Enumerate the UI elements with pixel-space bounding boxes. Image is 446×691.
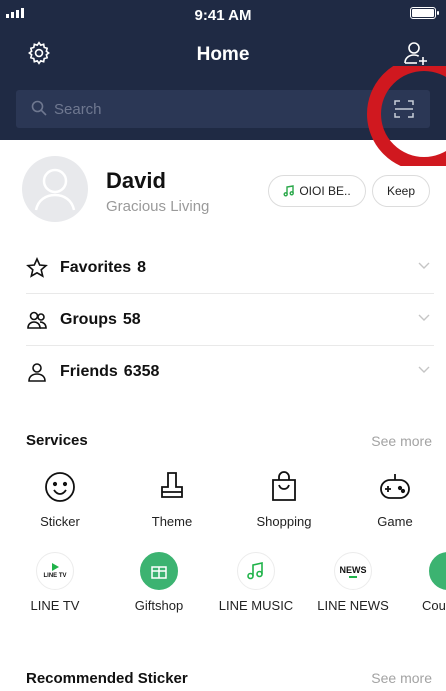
news-logo-text: NEWS: [339, 564, 367, 575]
status-time: 9:41 AM: [194, 7, 252, 24]
app-coupon[interactable]: Cou: [399, 552, 446, 613]
star-icon: [26, 256, 48, 278]
service-label: Theme: [151, 514, 193, 529]
list-row-count: 6358: [123, 363, 160, 380]
shopping-bag-icon: [272, 471, 296, 501]
status-bar: 9:41 AM: [0, 0, 446, 32]
profile-status-message: Gracious Living: [106, 198, 210, 215]
play-icon: [52, 563, 59, 571]
default-avatar-icon: [34, 168, 76, 211]
list-row-friends[interactable]: Friends 6358: [26, 346, 434, 398]
line-tv-icon: LINE TV: [36, 552, 74, 590]
services-title: Services: [26, 432, 88, 449]
list-row-label: Groups: [60, 310, 117, 328]
service-sticker[interactable]: Sticker: [15, 470, 105, 529]
line-music-icon: [237, 552, 275, 590]
music-note-icon: [283, 185, 295, 197]
profile-card[interactable]: David Gracious Living OIOI BE.. Keep: [0, 140, 446, 240]
recommended-see-more-link[interactable]: See more: [371, 670, 432, 686]
app-line-tv[interactable]: LINE TV LINE TV: [7, 552, 103, 613]
group-icon: [27, 311, 47, 329]
gamepad-icon: [380, 474, 410, 499]
chevron-down-icon: [418, 262, 430, 269]
app-label: Cou: [422, 598, 446, 613]
list-row-label: Friends: [60, 363, 118, 380]
app-line-news[interactable]: NEWS LINE NEWS: [305, 552, 401, 613]
page-title: Home: [196, 44, 250, 65]
search-input[interactable]: [54, 90, 384, 128]
keep-button[interactable]: Keep: [372, 175, 430, 207]
service-game[interactable]: Game: [350, 470, 440, 529]
smiley-icon: [45, 472, 75, 502]
music-note-icon: [247, 562, 263, 580]
avatar[interactable]: [22, 156, 88, 222]
list-row-groups[interactable]: Groups 58: [26, 294, 434, 346]
add-friend-icon[interactable]: [402, 40, 430, 68]
chevron-down-icon: [418, 366, 430, 373]
coupon-icon: [429, 552, 446, 590]
list-row-count: 58: [122, 310, 141, 328]
gift-icon: [140, 552, 178, 590]
service-label: Sticker: [40, 514, 80, 529]
news-logo-bar: [349, 575, 357, 578]
line-news-icon: NEWS: [334, 552, 372, 590]
chevron-down-icon: [418, 314, 430, 321]
person-icon: [28, 363, 46, 382]
list-row-label: Favorites: [60, 258, 132, 276]
line-tv-logo-text: LINE TV: [43, 573, 67, 579]
app-giftshop[interactable]: Giftshop: [111, 552, 207, 613]
list-row-favorites[interactable]: Favorites 8: [26, 242, 434, 294]
profile-name: David: [106, 168, 166, 193]
brush-icon: [161, 472, 183, 498]
giftbox-icon: [151, 566, 167, 579]
music-chip-label: OIOI BE..: [299, 184, 351, 198]
search-icon: [31, 100, 47, 116]
services-see-more-link[interactable]: See more: [371, 433, 432, 449]
app-label: LINE NEWS: [317, 598, 389, 613]
recommended-sticker-title: Recommended Sticker: [26, 670, 188, 687]
app-label: LINE TV: [30, 598, 80, 613]
service-label: Shopping: [256, 514, 312, 529]
list-row-count: 8: [137, 258, 147, 276]
app-line-music[interactable]: LINE MUSIC: [208, 552, 304, 613]
profile-music-chip[interactable]: OIOI BE..: [268, 175, 366, 207]
service-label: Game: [377, 514, 413, 529]
app-label: Giftshop: [134, 598, 184, 613]
service-shopping[interactable]: Shopping: [239, 470, 329, 529]
battery-icon: [410, 7, 439, 19]
service-theme[interactable]: Theme: [127, 470, 217, 529]
app-label: LINE MUSIC: [218, 598, 294, 613]
